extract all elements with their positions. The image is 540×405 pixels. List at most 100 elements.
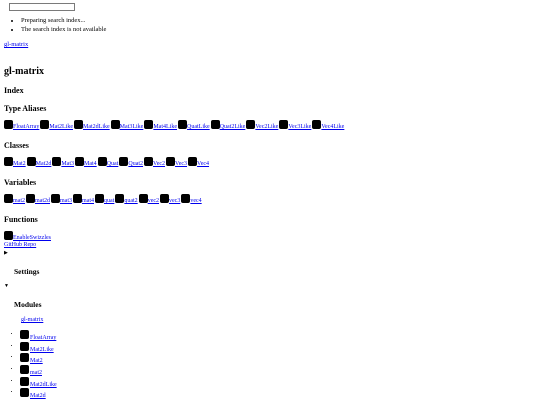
- kind-icon: [246, 120, 256, 129]
- member-link[interactable]: Vec4Like: [321, 124, 344, 130]
- kind-icon: [75, 157, 85, 166]
- modules-root-link[interactable]: gl-matrix: [21, 317, 43, 323]
- search-input[interactable]: [9, 3, 75, 11]
- member-item: Mat2Like: [40, 120, 73, 130]
- member-link[interactable]: Mat2Like: [49, 124, 73, 130]
- member-link[interactable]: Mat3: [61, 161, 74, 167]
- module-link[interactable]: Mat2dLike: [30, 382, 57, 388]
- member-item: mat3: [51, 194, 72, 204]
- kind-icon: [73, 194, 82, 203]
- member-link[interactable]: vec2: [148, 198, 159, 204]
- member-link[interactable]: Vec2Like: [255, 124, 278, 130]
- kind-icon: [166, 157, 176, 166]
- kind-icon: [20, 376, 29, 386]
- member-link[interactable]: Mat2: [13, 161, 26, 167]
- member-link[interactable]: Quat: [107, 161, 119, 167]
- module-link[interactable]: FloatArray: [30, 335, 56, 341]
- kind-icon: [52, 157, 62, 166]
- member-link[interactable]: FloatArray: [13, 124, 39, 130]
- type-aliases-list: FloatArray Mat2Like Mat2dLike Mat3Like Mat4L…: [4, 120, 345, 130]
- member-item: quat: [95, 194, 114, 204]
- kind-icon: [210, 120, 220, 129]
- member-link[interactable]: mat3: [60, 198, 72, 204]
- member-link[interactable]: Mat2d: [36, 161, 52, 167]
- kind-icon: [119, 157, 129, 166]
- kind-icon: [188, 157, 198, 166]
- settings-heading[interactable]: Settings: [14, 267, 39, 276]
- kind-icon: [110, 120, 120, 129]
- kind-icon: [20, 330, 29, 339]
- member-link[interactable]: Quat2: [128, 161, 143, 167]
- member-item: Vec4: [188, 157, 209, 167]
- member-link[interactable]: Mat3Like: [120, 124, 144, 130]
- module-link[interactable]: Mat2Like: [30, 347, 54, 353]
- kind-icon: [51, 194, 60, 203]
- member-link[interactable]: quat: [104, 198, 114, 204]
- settings-toggle-icon[interactable]: ▶: [4, 250, 8, 256]
- member-item: Mat2d: [26, 157, 52, 167]
- search-status-unavailable: The search index is not available: [21, 26, 106, 35]
- member-item: mat2: [4, 194, 25, 204]
- classes-list: Mat2 Mat2d Mat3 Mat4 Quat Quat2 Vec2 Vec3 Vec4: [4, 157, 210, 167]
- github-repo-link[interactable]: GitHub Repo: [4, 242, 36, 248]
- member-link[interactable]: Mat2dLike: [83, 124, 110, 130]
- index-heading: Index: [4, 86, 24, 95]
- kind-icon: [40, 120, 50, 129]
- member-link[interactable]: mat2d: [35, 198, 50, 204]
- member-item: vec4: [181, 194, 202, 204]
- member-item: FloatArray: [4, 120, 39, 130]
- page-title: gl-matrix: [4, 66, 44, 77]
- member-item: EnableSwizzles: [4, 231, 51, 241]
- member-link[interactable]: mat2: [13, 198, 25, 204]
- breadcrumb-home-link[interactable]: gl-matrix: [4, 41, 28, 48]
- member-link[interactable]: Mat4: [84, 161, 97, 167]
- modules-toggle-icon[interactable]: ▼: [4, 284, 9, 289]
- member-item: vec2: [138, 194, 159, 204]
- kind-icon: [20, 341, 29, 351]
- member-link[interactable]: quat2: [124, 198, 137, 204]
- member-link[interactable]: vec3: [169, 198, 180, 204]
- kind-icon: [144, 120, 154, 129]
- kind-icon: [4, 194, 13, 203]
- kind-icon: [160, 194, 170, 203]
- member-item: Vec4Like: [312, 120, 344, 130]
- kind-icon: [115, 194, 125, 203]
- member-link[interactable]: Vec2: [153, 161, 165, 167]
- search-status-list: Preparing search index... The search ind…: [10, 17, 106, 34]
- member-link[interactable]: Mat4Like: [153, 124, 177, 130]
- module-link[interactable]: Mat2d: [30, 393, 46, 399]
- member-item: mat2d: [26, 194, 50, 204]
- member-item: Mat4Like: [144, 120, 177, 130]
- member-link[interactable]: mat4: [82, 198, 94, 204]
- member-link[interactable]: QuatLike: [187, 124, 210, 130]
- search-status-preparing: Preparing search index...: [21, 17, 106, 26]
- functions-list: EnableSwizzles: [4, 231, 52, 241]
- kind-icon: [144, 157, 154, 166]
- kind-icon: [181, 194, 191, 203]
- member-link[interactable]: Vec4: [197, 161, 209, 167]
- variables-list: mat2 mat2d mat3 mat4 quat quat2 vec2 vec3 vec4: [4, 194, 203, 204]
- member-item: Mat3Like: [110, 120, 144, 130]
- kind-icon: [26, 194, 35, 203]
- member-item: Quat: [97, 157, 119, 167]
- member-item: vec3: [160, 194, 180, 204]
- member-link[interactable]: vec4: [190, 198, 201, 204]
- modules-heading[interactable]: Modules: [14, 300, 42, 309]
- kind-icon: [95, 194, 104, 203]
- kind-icon: [4, 231, 13, 240]
- module-link[interactable]: mat2: [30, 370, 42, 376]
- member-item: quat2: [115, 194, 138, 204]
- kind-icon: [178, 120, 188, 129]
- kind-icon: [279, 120, 289, 129]
- member-link[interactable]: Quat2Like: [220, 124, 246, 130]
- member-link[interactable]: Vec3: [175, 161, 187, 167]
- member-item: QuatLike: [178, 120, 210, 130]
- kind-icon: [312, 120, 322, 129]
- module-link[interactable]: Mat2: [30, 358, 43, 364]
- kind-icon: [20, 388, 29, 398]
- functions-heading: Functions: [4, 215, 38, 224]
- member-link[interactable]: Vec3Like: [288, 124, 311, 130]
- member-link[interactable]: EnableSwizzles: [13, 235, 51, 241]
- member-item: Quat2: [119, 157, 143, 167]
- type-aliases-heading: Type Aliases: [4, 104, 47, 113]
